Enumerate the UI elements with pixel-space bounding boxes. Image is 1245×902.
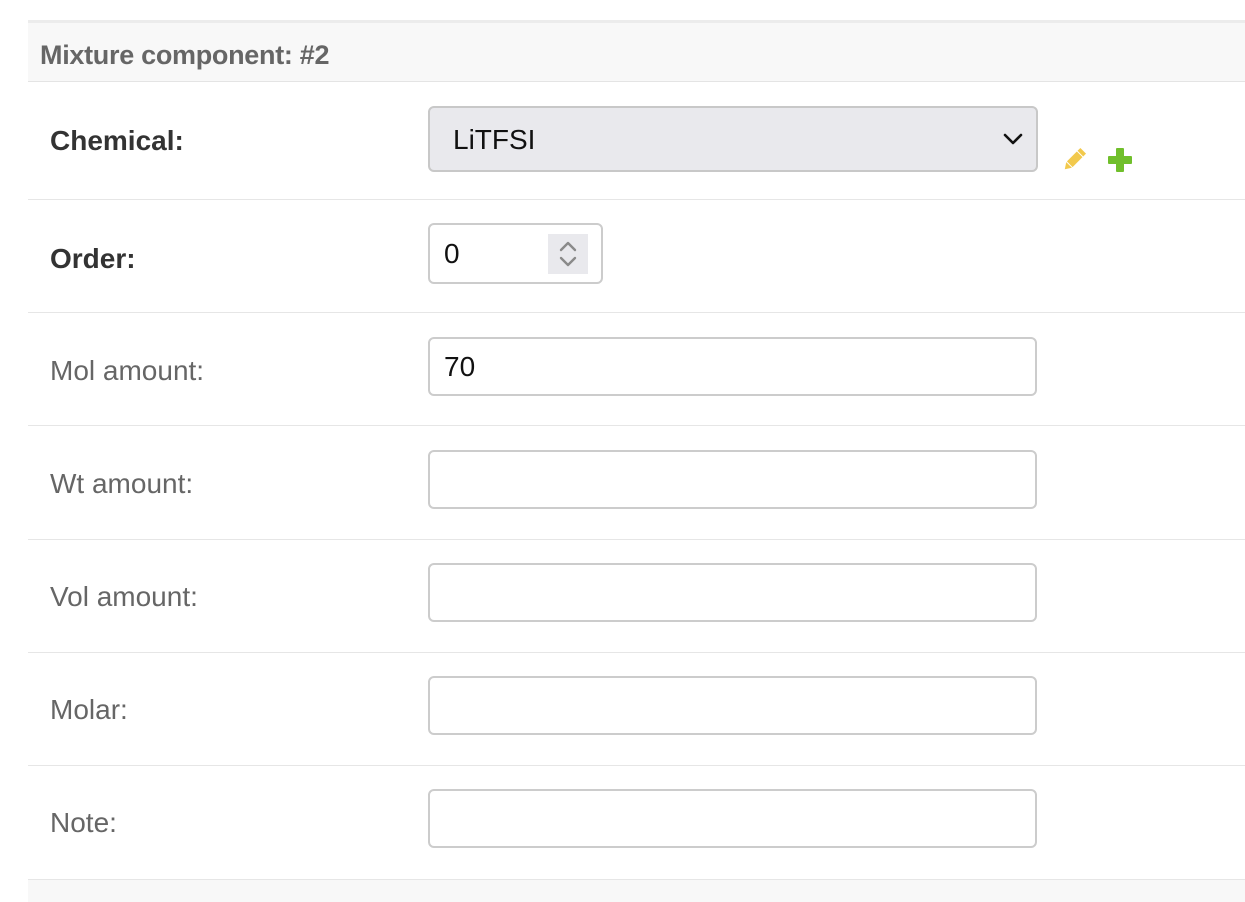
- form-row-chemical: Chemical: LiTFSI: [28, 82, 1245, 200]
- form-row-order: Order: 0: [28, 200, 1245, 313]
- chevron-down-icon[interactable]: [558, 254, 578, 270]
- order-value: 0: [444, 238, 460, 269]
- chemical-select-value: LiTFSI: [453, 124, 536, 155]
- plus-icon[interactable]: [1106, 146, 1134, 174]
- vol-amount-input[interactable]: [428, 563, 1037, 622]
- order-label: Order:: [50, 243, 136, 274]
- chemical-select[interactable]: LiTFSI: [428, 106, 1038, 172]
- form-row-vol-amount: Vol amount:: [28, 540, 1245, 653]
- chevron-up-icon[interactable]: [558, 238, 578, 254]
- panel-title: Mixture component: #2: [40, 40, 330, 70]
- form-row-wt-amount: Wt amount:: [28, 426, 1245, 540]
- mixture-component-panel: Mixture component: #2 Chemical: LiTFSI O…: [28, 20, 1245, 902]
- note-label: Note:: [50, 807, 117, 838]
- form-row-mol-amount: Mol amount:: [28, 313, 1245, 426]
- mol-amount-label: Mol amount:: [50, 355, 205, 386]
- pencil-icon[interactable]: [1060, 146, 1088, 174]
- molar-label: Molar:: [50, 694, 128, 725]
- order-number-input[interactable]: 0: [428, 223, 603, 284]
- wt-amount-label: Wt amount:: [50, 468, 194, 499]
- chevron-down-icon: [1003, 133, 1023, 145]
- vol-amount-label: Vol amount:: [50, 581, 198, 612]
- form-row-molar: Molar:: [28, 653, 1245, 766]
- molar-input[interactable]: [428, 676, 1037, 735]
- mol-amount-input[interactable]: [428, 337, 1037, 396]
- panel-header: Mixture component: #2: [28, 20, 1245, 82]
- panel-footer: [28, 880, 1245, 902]
- chemical-label: Chemical:: [50, 125, 184, 156]
- form-row-note: Note:: [28, 766, 1245, 880]
- number-spinner[interactable]: [548, 234, 588, 274]
- wt-amount-input[interactable]: [428, 450, 1037, 509]
- note-input[interactable]: [428, 789, 1037, 848]
